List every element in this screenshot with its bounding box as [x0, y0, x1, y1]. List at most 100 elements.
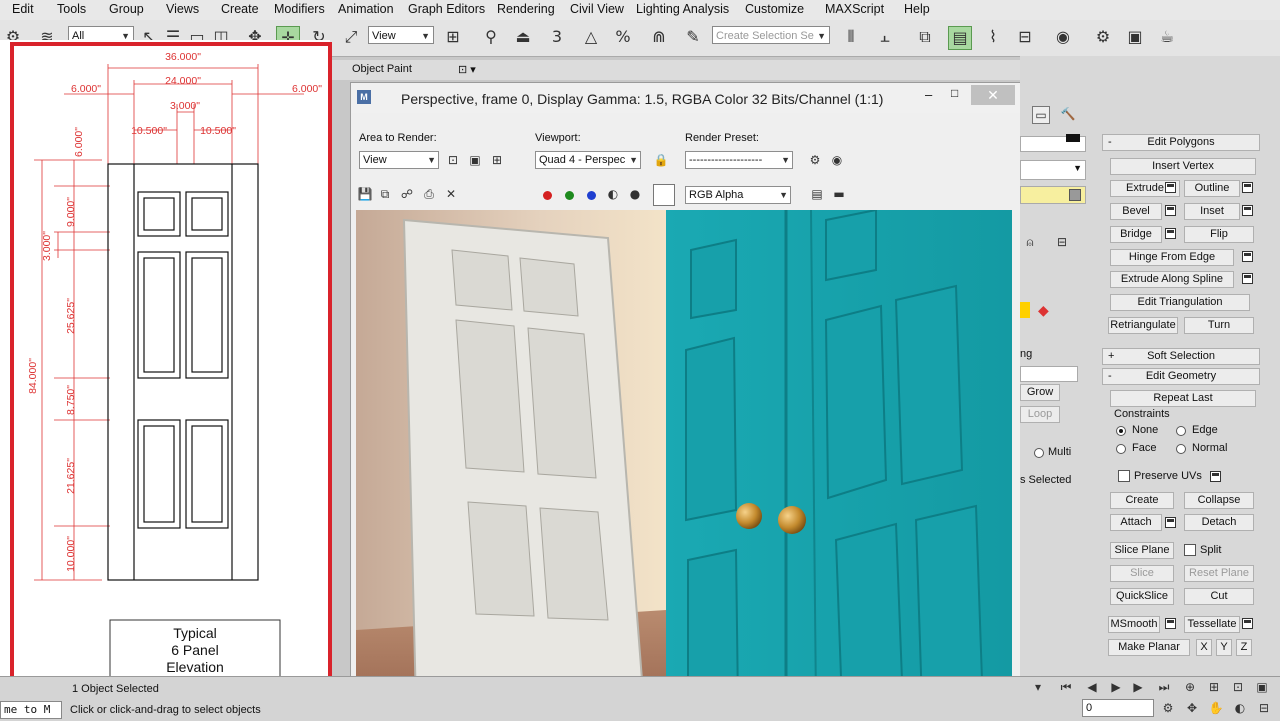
reference-coordinate-dropdown[interactable]: View ▼: [368, 26, 434, 44]
grow-button[interactable]: Grow: [1020, 384, 1060, 401]
edit-region-icon[interactable]: ⊡: [445, 152, 461, 168]
current-frame-field[interactable]: 0: [1082, 699, 1154, 717]
keyboard-shortcut-icon[interactable]: ⏏: [512, 26, 534, 48]
planar-z-button[interactable]: Z: [1236, 639, 1252, 656]
menu-modifiers[interactable]: Modifiers: [274, 2, 325, 16]
constraint-normal-radio[interactable]: [1176, 444, 1186, 454]
copy-image-icon[interactable]: ⧉: [377, 186, 393, 202]
inset-settings-icon[interactable]: [1242, 205, 1253, 216]
menu-maxscript[interactable]: MAXScript: [825, 2, 884, 16]
edit-triangulation-button[interactable]: Edit Triangulation: [1110, 294, 1250, 311]
previous-frame-icon[interactable]: ◀: [1084, 679, 1100, 695]
display-panel-icon[interactable]: ▭: [1032, 106, 1050, 124]
slice-plane-button[interactable]: Slice Plane: [1110, 542, 1174, 559]
pan-icon[interactable]: ✥: [1184, 700, 1200, 716]
area-to-render-dropdown[interactable]: View ▼: [359, 151, 439, 169]
minimize-icon[interactable]: –: [925, 87, 932, 102]
threshold-spinner[interactable]: [1020, 366, 1078, 382]
repeat-last-button[interactable]: Repeat Last: [1110, 390, 1256, 407]
scene-explorer-icon[interactable]: ▤: [948, 26, 972, 50]
go-to-start-icon[interactable]: ⏮: [1058, 679, 1074, 695]
blue-channel-toggle[interactable]: [587, 191, 596, 200]
turn-button[interactable]: Turn: [1184, 317, 1254, 334]
menu-tools[interactable]: Tools: [57, 2, 86, 16]
clear-image-icon[interactable]: ✕: [443, 186, 459, 202]
walkthrough-icon[interactable]: ⊟: [1256, 700, 1272, 716]
modifier-list-dropdown[interactable]: ▼: [1020, 160, 1086, 180]
alpha-channel-icon[interactable]: ◐: [605, 186, 621, 202]
loop-button[interactable]: Loop: [1020, 406, 1060, 423]
object-paint-label[interactable]: Object Paint: [352, 63, 412, 75]
object-color-swatch[interactable]: [1066, 134, 1080, 142]
reset-plane-button[interactable]: Reset Plane: [1184, 565, 1254, 582]
ribbon-dropdown-icon[interactable]: ⊡ ▾: [458, 63, 476, 76]
select-manipulate-icon[interactable]: ⚲: [480, 26, 502, 48]
spinner-snap-icon[interactable]: ⋒: [648, 26, 670, 48]
render-setup-small-icon[interactable]: ⚙: [807, 152, 823, 168]
render-production-icon[interactable]: ☕: [1156, 26, 1178, 48]
play-icon[interactable]: ▶: [1108, 679, 1124, 695]
hinge-from-edge-button[interactable]: Hinge From Edge: [1110, 249, 1234, 266]
select-scale-icon[interactable]: ⤢: [340, 26, 362, 48]
collapse-button[interactable]: Collapse: [1184, 492, 1254, 509]
rendered-image[interactable]: [356, 208, 1012, 706]
flip-button[interactable]: Flip: [1184, 226, 1254, 243]
menu-views[interactable]: Views: [166, 2, 199, 16]
tessellate-button[interactable]: Tessellate: [1184, 616, 1240, 633]
orbit-icon[interactable]: ✋: [1208, 700, 1224, 716]
menu-rendering[interactable]: Rendering: [497, 2, 555, 16]
bevel-button[interactable]: Bevel: [1110, 203, 1162, 220]
snaps-toggle-icon[interactable]: 3: [546, 26, 568, 48]
edit-polygons-rollout[interactable]: - Edit Polygons: [1102, 134, 1260, 151]
timeline-dropdown-icon[interactable]: ▾: [1030, 679, 1046, 695]
named-selection-set-input[interactable]: Create Selection Se ▼: [712, 26, 830, 44]
menu-lighting-analysis[interactable]: Lighting Analysis: [636, 2, 729, 16]
toggle-ui-overlay-icon[interactable]: ▤: [809, 186, 825, 202]
curve-editor-icon[interactable]: ⌇: [982, 26, 1004, 48]
constraint-face-radio[interactable]: [1116, 444, 1126, 454]
percent-snap-icon[interactable]: %: [612, 26, 634, 48]
print-image-icon[interactable]: ⎙: [421, 186, 437, 202]
inset-button[interactable]: Inset: [1184, 203, 1240, 220]
menu-animation[interactable]: Animation: [338, 2, 394, 16]
render-window-titlebar[interactable]: M Perspective, frame 0, Display Gamma: 1…: [351, 83, 1021, 113]
display-channel-dropdown[interactable]: RGB Alpha ▼: [685, 186, 791, 204]
menu-group[interactable]: Group: [109, 2, 144, 16]
extrude-spline-settings-icon[interactable]: [1242, 273, 1253, 284]
align-icon[interactable]: ⫠: [874, 26, 896, 48]
maximize-icon[interactable]: □: [951, 86, 958, 100]
rendered-frame-window-icon[interactable]: ▣: [1124, 26, 1146, 48]
preserve-uvs-checkbox[interactable]: [1118, 470, 1130, 482]
material-editor-icon[interactable]: ◉: [1052, 26, 1074, 48]
zoom-all-icon[interactable]: ⊞: [1206, 679, 1222, 695]
angle-snap-icon[interactable]: △: [580, 26, 602, 48]
soft-selection-rollout[interactable]: + Soft Selection: [1102, 348, 1260, 365]
maximize-viewport-icon[interactable]: ▣: [1254, 679, 1270, 695]
modifier-stack-item[interactable]: [1020, 186, 1086, 204]
attach-list-icon[interactable]: [1165, 517, 1176, 528]
red-channel-toggle[interactable]: [543, 191, 552, 200]
menu-civil-view[interactable]: Civil View: [570, 2, 624, 16]
bridge-button[interactable]: Bridge: [1110, 226, 1162, 243]
maxscript-listener-field[interactable]: me to M: [0, 701, 62, 719]
quickslice-button[interactable]: QuickSlice: [1110, 588, 1174, 605]
clone-window-icon[interactable]: ☍: [399, 186, 415, 202]
time-config-icon[interactable]: ⚙: [1160, 700, 1176, 716]
layer-manager-icon[interactable]: ⧉: [914, 26, 936, 48]
menu-edit[interactable]: Edit: [12, 2, 34, 16]
extrude-settings-icon[interactable]: [1165, 182, 1176, 193]
close-icon[interactable]: ✕: [971, 85, 1015, 105]
outline-settings-icon[interactable]: [1242, 182, 1253, 193]
utilities-hammer-icon[interactable]: 🔨: [1060, 106, 1076, 122]
lock-viewport-icon[interactable]: 🔒: [653, 152, 669, 168]
menu-graph-editors[interactable]: Graph Editors: [408, 2, 485, 16]
go-to-end-icon[interactable]: ⏭: [1156, 679, 1172, 695]
extrude-along-spline-button[interactable]: Extrude Along Spline: [1110, 271, 1234, 288]
render-setup-icon[interactable]: ⚙: [1092, 26, 1114, 48]
preserve-uvs-settings-icon[interactable]: [1210, 471, 1221, 482]
msmooth-button[interactable]: MSmooth: [1108, 616, 1160, 633]
bridge-settings-icon[interactable]: [1165, 228, 1176, 239]
green-channel-toggle[interactable]: [565, 191, 574, 200]
multi-radio[interactable]: [1034, 448, 1044, 458]
monochrome-icon[interactable]: ●: [627, 186, 643, 202]
